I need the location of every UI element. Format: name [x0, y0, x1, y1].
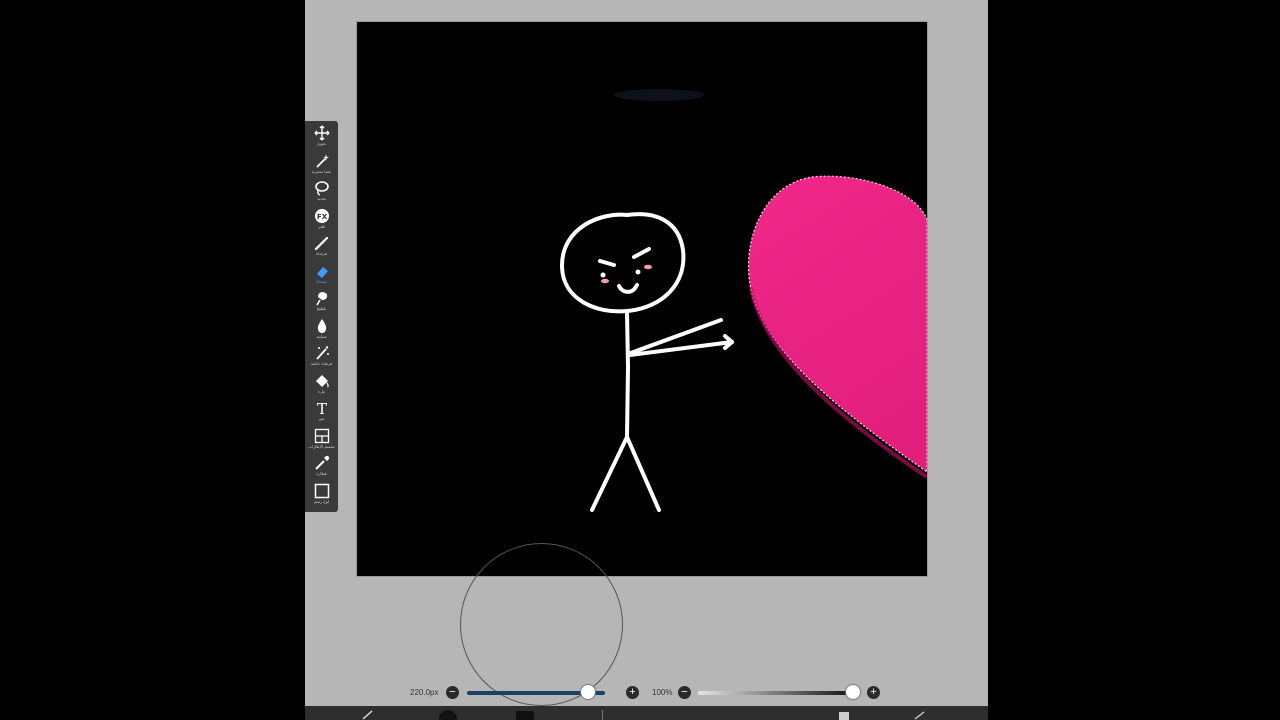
tool-label: مقسم الإطارات — [308, 443, 335, 449]
tool-fill[interactable]: ملء — [305, 373, 338, 401]
tool-smudge[interactable]: تلطيخ — [305, 290, 338, 318]
tool-move[interactable]: تحويل — [305, 125, 338, 153]
bucket-icon — [314, 373, 330, 389]
sparkle-icon — [314, 345, 330, 361]
tool-lasso[interactable]: تحديد — [305, 180, 338, 208]
smudge-icon — [314, 290, 330, 306]
opacity-label: 100% — [652, 688, 673, 697]
stick-figure — [559, 212, 734, 512]
eyedropper-icon — [314, 455, 330, 471]
tool-label: فلتر — [318, 223, 325, 229]
opacity-increase-button[interactable]: + — [867, 686, 880, 699]
divider — [602, 710, 603, 720]
tool-magic-wand[interactable]: عصا سحرية — [305, 153, 338, 181]
tool-label: ملء — [317, 388, 326, 394]
fx-icon: FX — [314, 208, 330, 224]
heart-shape — [747, 175, 927, 473]
tool-label: تلطيخ — [316, 306, 327, 311]
opacity-thumb[interactable] — [846, 685, 860, 699]
tool-label: ممحاة — [316, 278, 327, 284]
tool-special-brush[interactable]: فرشاة خاصة — [305, 345, 338, 373]
tool-label: تحديد — [316, 196, 326, 201]
tool-label: فرشاة خاصة — [310, 361, 333, 366]
tool-label: نص — [318, 416, 325, 421]
tool-label: لوح رسم — [313, 498, 330, 504]
brush-preview-icon[interactable] — [516, 711, 534, 720]
tool-eraser[interactable]: ممحاة — [305, 263, 338, 291]
tool-eyedropper[interactable]: قطارة — [305, 455, 338, 483]
canvas-artwork — [559, 89, 927, 512]
tool-text[interactable]: T نص — [305, 400, 338, 428]
move-icon — [314, 125, 330, 141]
bottom-toolbar — [305, 706, 988, 720]
layers-icon[interactable] — [837, 710, 851, 720]
brush-size-thumb[interactable] — [581, 685, 596, 699]
eraser-icon — [314, 263, 330, 279]
canvas-icon — [314, 483, 330, 499]
tool-label: ضبابية — [316, 333, 327, 339]
back-icon[interactable] — [913, 710, 927, 720]
blur-icon — [314, 318, 330, 334]
brush-controls: 220.0px − + 100% − + — [305, 680, 988, 706]
opacity-track[interactable] — [698, 691, 853, 695]
svg-text:FX: FX — [316, 213, 327, 221]
drawing-app: تحويل عصا سحرية تحديد FX فلتر فرشاة ممحاة تلطيخ… — [305, 0, 988, 720]
color-swatch-icon[interactable] — [439, 710, 457, 720]
tool-palette: تحويل عصا سحرية تحديد FX فلتر فرشاة ممحاة تلطيخ… — [305, 121, 338, 512]
brush-size-increase-button[interactable]: + — [626, 686, 639, 699]
tool-frame-divider[interactable]: مقسم الإطارات — [305, 428, 338, 456]
tool-canvas[interactable]: لوح رسم — [305, 483, 338, 511]
opacity-decrease-button[interactable]: − — [678, 686, 691, 699]
text-icon: T — [314, 400, 330, 416]
pen-icon[interactable] — [361, 710, 375, 720]
lasso-icon — [314, 180, 330, 196]
tool-label: عصا سحرية — [311, 168, 332, 174]
tool-label: تحويل — [316, 141, 327, 146]
brush-icon — [314, 235, 330, 251]
brush-size-decrease-button[interactable]: − — [446, 686, 459, 699]
frame-divider-icon — [314, 428, 330, 444]
drawing-canvas[interactable] — [357, 22, 927, 576]
tool-brush[interactable]: فرشاة — [305, 235, 338, 263]
svg-text:T: T — [316, 400, 326, 416]
magic-wand-icon — [314, 153, 330, 169]
tool-blur[interactable]: ضبابية — [305, 318, 338, 346]
tool-filter[interactable]: FX فلتر — [305, 208, 338, 236]
brush-size-label: 220.0px — [410, 688, 439, 697]
tool-label: قطارة — [316, 471, 327, 476]
tool-label: فرشاة — [316, 251, 327, 256]
